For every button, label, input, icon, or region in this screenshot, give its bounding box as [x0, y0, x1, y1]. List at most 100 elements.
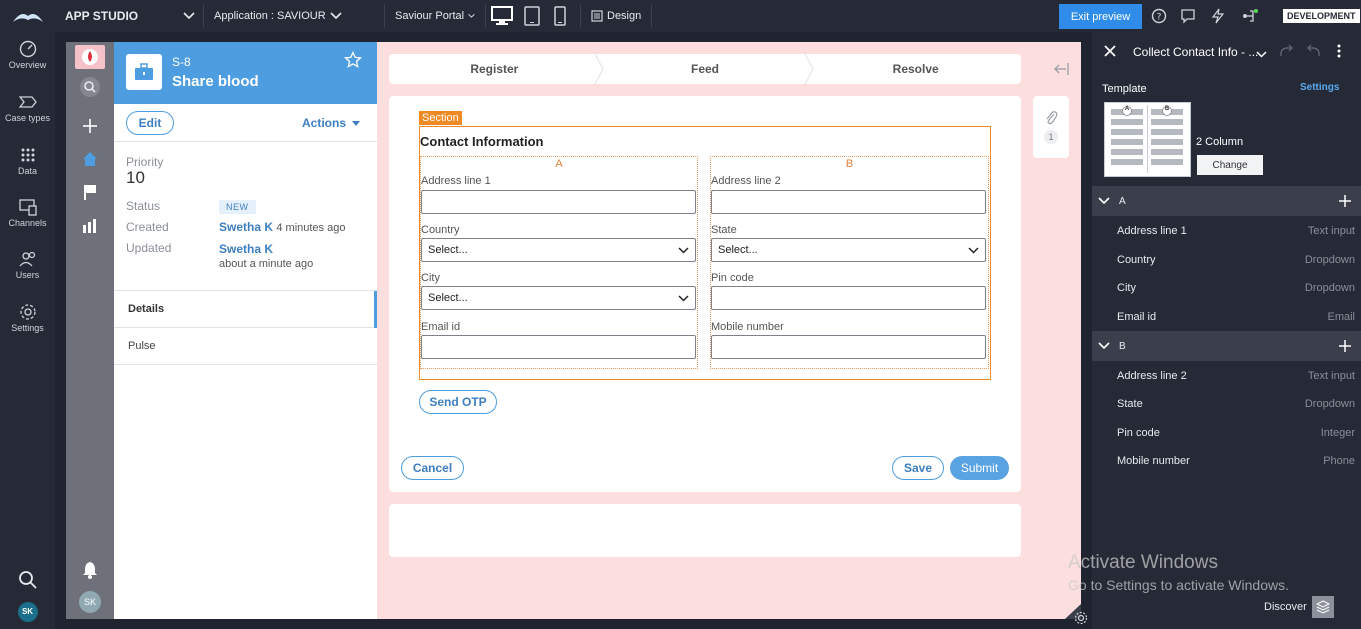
application-selector[interactable]: Application : SAVIOUR [204, 10, 384, 22]
city-select[interactable]: Select... [421, 286, 696, 310]
field-name: State [1117, 398, 1143, 410]
add-field-icon[interactable] [1339, 340, 1351, 352]
pin-code-input[interactable] [711, 286, 986, 310]
stage-register[interactable]: Register [389, 54, 604, 84]
portal-selector[interactable]: Saviour Portal [385, 10, 485, 22]
more-options-icon[interactable] [1337, 44, 1341, 61]
design-label: Design [607, 10, 642, 22]
help-icon[interactable]: ? [1145, 0, 1173, 32]
chevron-down-icon[interactable] [1256, 47, 1267, 61]
stage-feed[interactable]: Feed [600, 54, 815, 84]
pega-logo-icon[interactable] [0, 0, 55, 32]
stage-resolve[interactable]: Resolve [810, 54, 1021, 84]
group-a-label: A [1119, 195, 1126, 207]
environment-badge: DEVELOPMENT [1283, 9, 1360, 23]
two-column-template-icon [1111, 105, 1183, 173]
search-icon[interactable] [0, 570, 55, 592]
divider [651, 4, 653, 28]
field-row[interactable]: Address line 1 Text input [1092, 217, 1361, 245]
desktop-preview-icon[interactable] [486, 0, 518, 32]
field-row[interactable]: Address line 2 Text input [1092, 362, 1361, 390]
collapse-panel-icon[interactable] [1053, 62, 1069, 79]
design-mode-toggle[interactable]: Design [581, 10, 651, 22]
panel-title: Collect Contact Info - ... [1133, 45, 1259, 59]
settings-link[interactable]: Settings [1300, 82, 1339, 93]
address-line-2-input[interactable] [711, 190, 986, 214]
plus-icon[interactable] [66, 114, 114, 138]
email-input[interactable] [421, 335, 696, 359]
redo-icon[interactable] [1278, 44, 1294, 61]
column-a[interactable]: A Address line 1 Country Select... City … [420, 156, 698, 369]
app-switcher-chevron-icon[interactable] [175, 0, 203, 32]
section-tag[interactable]: Section [419, 111, 462, 125]
field-row[interactable]: City Dropdown [1092, 274, 1361, 302]
save-button[interactable]: Save [892, 456, 944, 480]
field-row[interactable]: Mobile number Phone [1092, 447, 1361, 475]
nav-item-data[interactable]: Data [0, 146, 55, 176]
workarea: Register Feed Resolve Section Contact In… [377, 42, 1088, 625]
created-by-link[interactable]: Swetha K [219, 220, 273, 234]
design-icon [591, 10, 603, 22]
close-icon[interactable] [1104, 45, 1116, 60]
nav-item-settings[interactable]: Settings [0, 303, 55, 333]
nav-item-users[interactable]: Users [0, 250, 55, 280]
tab-details[interactable]: Details [114, 290, 377, 328]
application-label: Application : SAVIOUR [214, 10, 326, 22]
search-icon[interactable] [66, 75, 114, 99]
reports-icon[interactable] [66, 213, 114, 237]
change-template-button[interactable]: Change [1197, 155, 1263, 175]
column-b[interactable]: B Address line 2 State Select... Pin cod… [710, 156, 989, 369]
tablet-preview-icon[interactable] [518, 0, 546, 32]
case-header: S-8 Share blood [114, 42, 377, 104]
gear-icon[interactable] [1074, 611, 1088, 625]
submit-button[interactable]: Submit [950, 456, 1009, 480]
state-select[interactable]: Select... [711, 238, 986, 262]
nav-item-case-types[interactable]: Case types [0, 93, 55, 123]
updated-by-link[interactable]: Swetha K [219, 242, 273, 256]
nav-item-channels[interactable]: Channels [0, 198, 55, 228]
address-line-1-input[interactable] [421, 190, 696, 214]
state-value: Select... [718, 244, 758, 256]
field-row[interactable]: Email id Email [1092, 303, 1361, 331]
discover-layers-icon[interactable] [1312, 596, 1334, 618]
chevron-down-icon [1098, 197, 1110, 205]
bell-icon[interactable] [66, 558, 114, 582]
template-thumbnail[interactable]: A B [1104, 102, 1191, 177]
lightning-icon[interactable] [1204, 0, 1232, 32]
field-row[interactable]: Pin code Integer [1092, 419, 1361, 447]
cancel-button[interactable]: Cancel [401, 456, 464, 480]
branch-icon[interactable] [1236, 0, 1264, 32]
star-icon[interactable] [343, 50, 363, 72]
home-icon[interactable] [66, 147, 114, 171]
attachments-widget[interactable]: 1 [1033, 96, 1069, 158]
add-field-icon[interactable] [1339, 195, 1351, 207]
feedback-icon[interactable] [1174, 0, 1202, 32]
avatar[interactable]: SK [66, 590, 114, 614]
nav-label-channels: Channels [8, 218, 47, 228]
flag-icon[interactable] [66, 180, 114, 204]
nav-label-settings: Settings [11, 323, 44, 333]
country-select[interactable]: Select... [421, 238, 696, 262]
app-logo-icon[interactable] [66, 45, 114, 69]
field-row[interactable]: Country Dropdown [1092, 246, 1361, 274]
undo-icon[interactable] [1306, 44, 1322, 61]
mobile-number-input[interactable] [711, 335, 986, 359]
avatar[interactable]: SK [0, 602, 55, 622]
actions-menu-button[interactable]: Actions [302, 116, 361, 130]
nav-item-overview[interactable]: Overview [0, 40, 55, 70]
send-otp-button[interactable]: Send OTP [419, 390, 497, 414]
discover-label: Discover [1264, 601, 1307, 613]
field-type: Text input [1307, 225, 1355, 237]
contact-section[interactable]: Contact Information A Address line 1 Cou… [419, 126, 991, 380]
secondary-card [389, 504, 1021, 557]
tab-pulse[interactable]: Pulse [114, 328, 377, 365]
exit-preview-button[interactable]: Exit preview [1059, 4, 1142, 29]
property-panel: Collect Contact Info - ... Template Sett… [1092, 32, 1361, 629]
group-b-header[interactable]: B [1092, 331, 1361, 361]
chevron-down-icon [468, 13, 475, 18]
phone-preview-icon[interactable] [546, 0, 574, 32]
field-row[interactable]: State Dropdown [1092, 390, 1361, 418]
email-label: Email id [421, 321, 461, 333]
edit-button[interactable]: Edit [126, 111, 174, 135]
group-a-header[interactable]: A [1092, 186, 1361, 216]
